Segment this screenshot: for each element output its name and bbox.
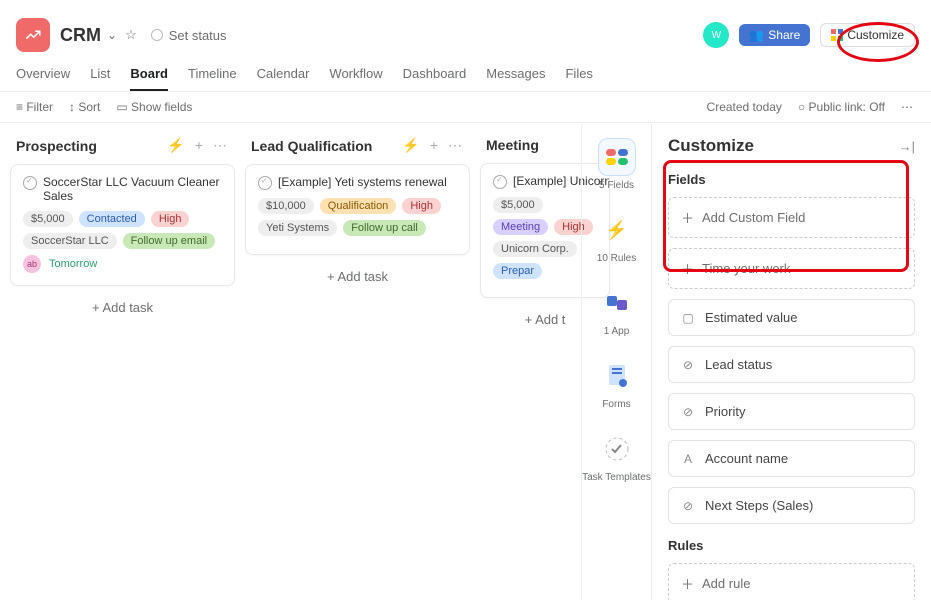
field-estimated-value: $5,000 — [493, 197, 543, 213]
add-custom-field-button[interactable]: ＋Add Custom Field — [668, 197, 915, 238]
project-title: CRM — [60, 25, 101, 46]
task-title: [Example] Yeti systems renewal — [278, 175, 447, 189]
complete-task-icon[interactable] — [23, 176, 37, 190]
nav-messages[interactable]: Messages — [486, 60, 545, 91]
field-account-name: Yeti Systems — [258, 220, 337, 236]
rules-icon[interactable]: ⚡ — [402, 137, 419, 154]
nav-dashboard[interactable]: Dashboard — [403, 60, 467, 91]
dock-task-templates[interactable]: Task Templates — [582, 430, 651, 483]
field-account-name: SoccerStar LLC — [23, 233, 117, 249]
nav-timeline[interactable]: Timeline — [188, 60, 237, 91]
rules-dock-icon: ⚡ — [598, 211, 636, 249]
customize-panel: Customize →| Fields ＋Add Custom Field ＋T… — [651, 124, 931, 600]
complete-task-icon[interactable] — [258, 176, 272, 190]
field-estimated-value: $5,000 — [23, 211, 73, 227]
project-icon — [16, 18, 50, 52]
field-estimated-value: $10,000 — [258, 198, 314, 214]
field-priority: High — [151, 211, 190, 227]
add-task-button[interactable]: Add task — [245, 255, 470, 298]
field-lead-status: Qualification — [320, 198, 397, 214]
grid-icon — [831, 29, 843, 41]
project-menu-icon[interactable]: ⌄ — [107, 28, 117, 42]
task-card[interactable]: [Example] Yeti systems renewal $10,000 Q… — [245, 164, 470, 255]
field-priority: High — [402, 198, 441, 214]
customize-button[interactable]: Customize — [820, 23, 915, 47]
field-lead-status: Contacted — [79, 211, 145, 227]
favorite-icon[interactable]: ☆ — [125, 27, 137, 43]
add-rule-button[interactable]: ＋Add rule — [668, 563, 915, 600]
assignee-avatar: ab — [23, 255, 41, 273]
add-task-icon[interactable]: + — [430, 137, 438, 154]
field-lead-status: Meeting — [493, 219, 548, 235]
field-lead-status[interactable]: ⊘Lead status — [668, 346, 915, 383]
field-next-steps: Follow up email — [123, 233, 215, 249]
collapse-panel-icon[interactable]: →| — [899, 139, 915, 154]
column-prospecting: Prospecting ⚡ + ⋯ SoccerStar LLC Vacuum … — [10, 137, 235, 569]
field-next-steps: Follow up call — [343, 220, 426, 236]
field-estimated-value[interactable]: ▢Estimated value — [668, 299, 915, 336]
column-title[interactable]: Meeting — [486, 137, 539, 153]
task-title: SoccerStar LLC Vacuum Cleaner Sales — [43, 175, 222, 203]
nav-overview[interactable]: Overview — [16, 60, 70, 91]
sort-button[interactable]: ↕ Sort — [69, 100, 100, 114]
apps-dock-icon — [598, 284, 636, 322]
field-account-name: Unicorn Corp. — [493, 241, 577, 257]
field-type-icon: ▢ — [681, 311, 695, 325]
rules-heading: Rules — [668, 538, 915, 553]
nav-workflow[interactable]: Workflow — [329, 60, 382, 91]
forms-dock-icon — [598, 357, 636, 395]
complete-task-icon[interactable] — [493, 175, 507, 189]
nav-board[interactable]: Board — [130, 60, 168, 91]
customize-dock: 5 Fields ⚡ 10 Rules 1 App Forms Task Tem… — [581, 124, 651, 600]
show-fields-button[interactable]: ▭ Show fields — [116, 100, 192, 114]
add-task-button[interactable]: Add task — [10, 286, 235, 329]
field-type-icon: ⊘ — [681, 405, 695, 419]
set-status-button[interactable]: Set status — [151, 28, 227, 43]
project-nav: Overview List Board Timeline Calendar Workflo… — [0, 60, 931, 92]
field-priority[interactable]: ⊘Priority — [668, 393, 915, 430]
filter-button[interactable]: ≡ Filter — [16, 100, 53, 114]
field-next-steps-sales-[interactable]: ⊘Next Steps (Sales) — [668, 487, 915, 524]
fields-heading: Fields — [668, 172, 915, 187]
user-avatar[interactable]: W — [703, 22, 729, 48]
more-menu-icon[interactable]: ⋯ — [901, 100, 915, 114]
rules-icon[interactable]: ⚡ — [167, 137, 184, 154]
dock-apps[interactable]: 1 App — [598, 284, 636, 337]
column-title[interactable]: Prospecting — [16, 138, 97, 154]
panel-title: Customize — [668, 136, 754, 156]
field-account-name[interactable]: AAccount name — [668, 440, 915, 477]
task-card[interactable]: SoccerStar LLC Vacuum Cleaner Sales $5,0… — [10, 164, 235, 286]
nav-calendar[interactable]: Calendar — [257, 60, 310, 91]
field-type-icon: ⊘ — [681, 358, 695, 372]
field-next-steps: Prepar — [493, 263, 542, 279]
field-type-icon: ⊘ — [681, 499, 695, 513]
column-more-icon[interactable]: ⋯ — [448, 137, 464, 154]
fields-dock-icon — [598, 138, 636, 176]
dock-forms[interactable]: Forms — [598, 357, 636, 410]
add-task-icon[interactable]: + — [195, 137, 203, 154]
field-type-icon: A — [681, 452, 695, 466]
public-link-toggle[interactable]: ○ Public link: Off — [798, 100, 885, 114]
share-button[interactable]: 👥Share — [739, 24, 810, 46]
nav-files[interactable]: Files — [565, 60, 592, 91]
dock-rules[interactable]: ⚡ 10 Rules — [597, 211, 636, 264]
created-label: Created today — [707, 100, 782, 114]
nav-list[interactable]: List — [90, 60, 110, 91]
column-lead-qualification: Lead Qualification ⚡ + ⋯ [Example] Yeti … — [245, 137, 470, 569]
due-date: Tomorrow — [49, 258, 97, 270]
time-your-work-button[interactable]: ＋Time your work — [668, 248, 915, 289]
templates-dock-icon — [598, 430, 636, 468]
column-more-icon[interactable]: ⋯ — [213, 137, 229, 154]
column-title[interactable]: Lead Qualification — [251, 138, 372, 154]
dock-fields[interactable]: 5 Fields — [598, 138, 636, 191]
